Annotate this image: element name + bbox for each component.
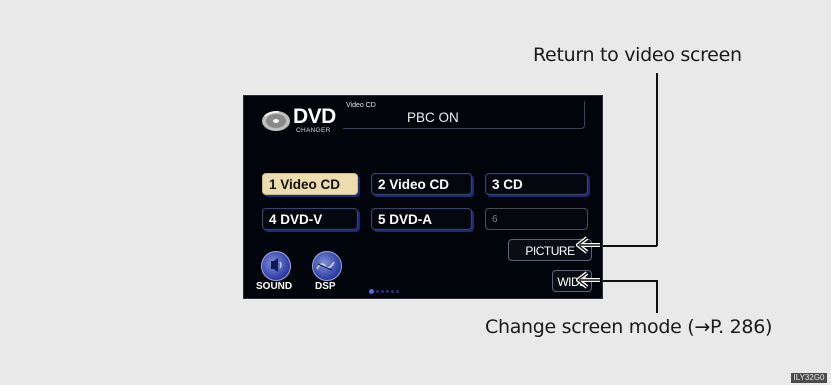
status-panel: [343, 101, 585, 129]
disc-slot-5[interactable]: 5 DVD-A: [371, 208, 472, 230]
sound-label: SOUND: [256, 281, 293, 292]
disc-slot-1[interactable]: 1 Video CD: [262, 173, 358, 195]
dsp-icon: [316, 261, 335, 271]
disc-slot-4[interactable]: 4 DVD-V: [262, 208, 358, 230]
media-type-label: Video CD: [346, 102, 376, 109]
disc-icon: [262, 111, 290, 131]
screen-mode-callout: Change screen mode (→P. 286): [485, 316, 773, 338]
return-leader-horizontal: [598, 245, 657, 247]
dsp-button[interactable]: [312, 251, 342, 281]
logo-subtitle: CHANGER: [296, 127, 331, 134]
disc-slot-6: 6: [485, 208, 588, 230]
figure-code: ILY32G0: [791, 373, 827, 383]
page-indicator: [369, 289, 399, 294]
return-leader-line: [656, 73, 658, 246]
mode-leader-horizontal: [598, 280, 657, 282]
sound-icon: [271, 258, 282, 272]
pointer-arrow-icon: [576, 236, 600, 254]
logo-title: DVD: [293, 105, 336, 128]
disc-slot-2[interactable]: 2 Video CD: [371, 173, 472, 195]
dvd-changer-screen: DVD CHANGER Video CD PBC ON 1 Video CD 2…: [243, 95, 603, 299]
pbc-status: PBC ON: [407, 110, 459, 125]
sound-button[interactable]: [261, 251, 291, 281]
mode-leader-line: [656, 280, 658, 313]
return-callout: Return to video screen: [533, 44, 742, 66]
dsp-label: DSP: [315, 281, 336, 292]
disc-slot-3[interactable]: 3 CD: [485, 173, 588, 195]
pointer-arrow-icon: [576, 271, 600, 289]
